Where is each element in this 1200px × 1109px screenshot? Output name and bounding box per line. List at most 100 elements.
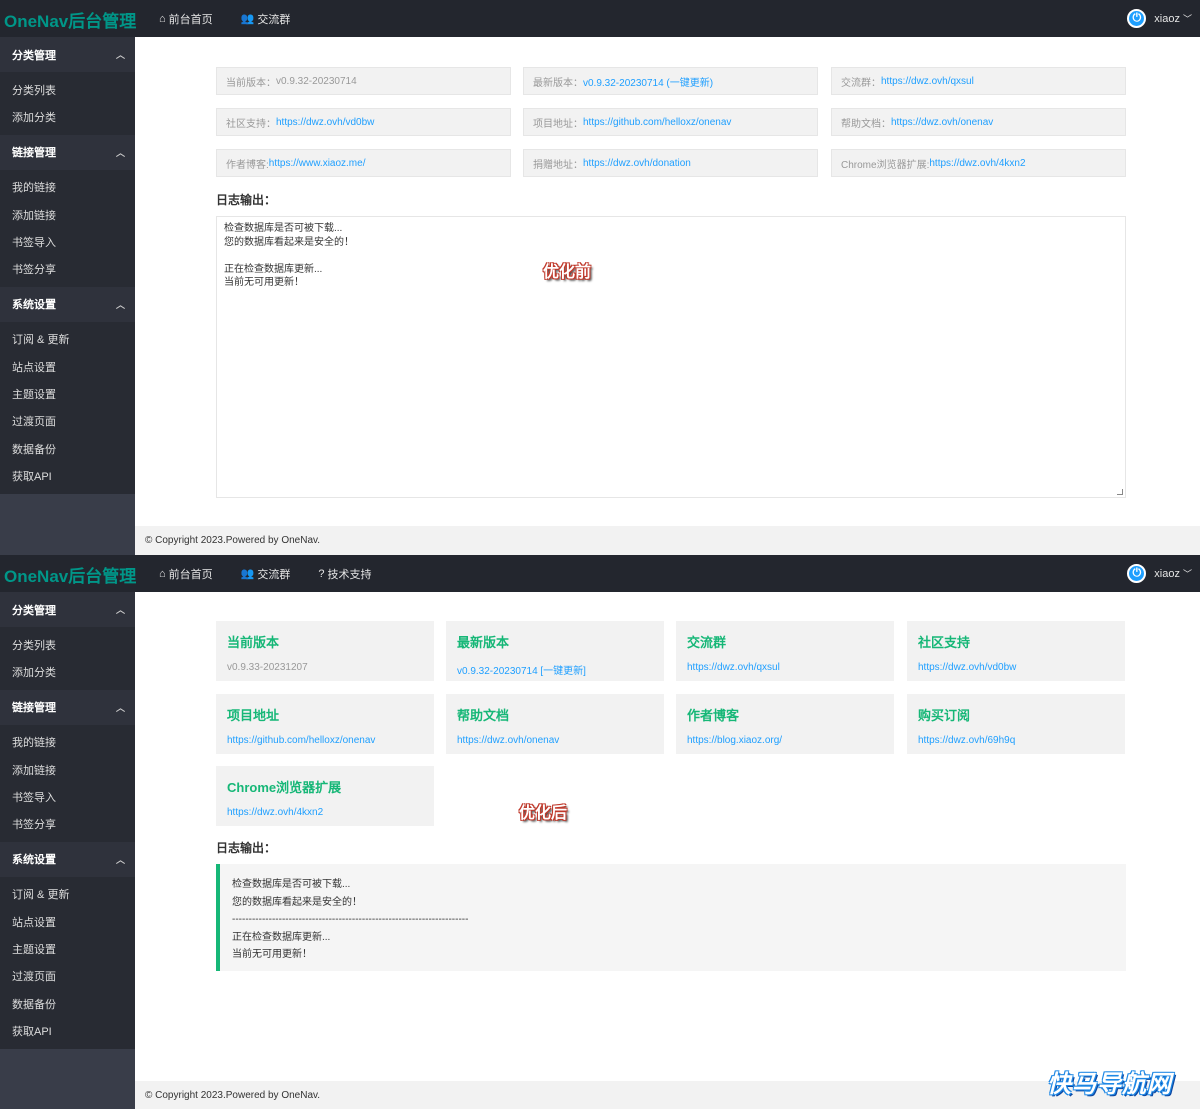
sidebar-item-subscribe-update[interactable]: 订阅 & 更新	[0, 881, 135, 908]
user-menu[interactable]: ⏻ xiaoz ﹀	[1127, 555, 1192, 592]
log-line: ----------------------------------------…	[232, 914, 469, 925]
info-link[interactable]: https://www.xiaoz.me/	[269, 158, 366, 169]
sidebar-head-label: 链接管理	[12, 147, 56, 160]
sidebar-item-share-bookmarks[interactable]: 书签分享	[0, 255, 135, 282]
logo[interactable]: OneNav后台管理	[4, 562, 136, 587]
resize-handle-icon[interactable]	[1117, 489, 1123, 495]
sidebar-head-links[interactable]: 链接管理 ︿	[0, 689, 135, 725]
log-line: 当前无可用更新！	[224, 277, 304, 288]
info-label: 项目地址：	[533, 118, 583, 130]
sidebar-head-settings[interactable]: 系统设置 ︿	[0, 841, 135, 877]
top-nav: ⌂ 前台首页 👥 交流群	[159, 0, 318, 37]
sidebar-item-import-bookmarks[interactable]: 书签导入	[0, 783, 135, 810]
nav-group-chat[interactable]: 👥 交流群	[241, 11, 291, 27]
info-label: 社区支持：	[226, 118, 276, 130]
log-line: 正在检查数据库更新...	[232, 931, 331, 943]
sidebar-item-my-links[interactable]: 我的链接	[0, 729, 135, 756]
top-bar: OneNav后台管理 ⌂ 前台首页 👥 交流群 ? 技术支持 ⏻ xiaoz ﹀	[0, 555, 1200, 592]
sidebar-item-theme-settings[interactable]: 主题设置	[0, 935, 135, 962]
user-menu[interactable]: ⏻ xiaoz ﹀	[1127, 0, 1192, 37]
info-label: 作者博客:	[226, 159, 269, 171]
sidebar-head-links[interactable]: 链接管理 ︿	[0, 134, 135, 170]
info-link[interactable]: https://github.com/helloxz/onenav	[583, 117, 731, 128]
nav-label: 交流群	[257, 13, 291, 26]
nav-frontpage[interactable]: ⌂ 前台首页	[159, 566, 213, 582]
card-link[interactable]: https://blog.xiaoz.org/	[687, 735, 883, 746]
sidebar-item-add-category[interactable]: 添加分类	[0, 658, 135, 685]
card-chrome-extension: Chrome浏览器扩展 https://dwz.ovh/4kxn2	[216, 766, 434, 826]
sidebar-item-get-api[interactable]: 获取API	[0, 1017, 135, 1044]
log-textarea[interactable]: 检查数据库是否可被下载... 您的数据库看起来是安全的！ 正在检查数据库更新..…	[216, 216, 1126, 498]
nav-frontpage[interactable]: ⌂ 前台首页	[159, 11, 213, 27]
nav-label: 前台首页	[168, 568, 213, 581]
card-link[interactable]: https://github.com/helloxz/onenav	[227, 735, 423, 746]
nav-group-chat[interactable]: 👥 交流群	[241, 566, 291, 582]
info-chrome-extension: Chrome浏览器扩展: https://dwz.ovh/4kxn2	[831, 149, 1126, 177]
sidebar-item-get-api[interactable]: 获取API	[0, 462, 135, 489]
info-link[interactable]: https://dwz.ovh/donation	[583, 158, 691, 169]
info-label: Chrome浏览器扩展:	[841, 159, 930, 171]
chevron-down-icon: ﹀	[1182, 569, 1192, 579]
card-link[interactable]: https://dwz.ovh/4kxn2	[227, 807, 423, 818]
sidebar-item-subscribe-update[interactable]: 订阅 & 更新	[0, 326, 135, 353]
info-project: 项目地址： https://github.com/helloxz/onenav	[523, 108, 818, 136]
card-title: 当前版本	[227, 635, 280, 650]
log-title: 日志输出：	[216, 193, 277, 207]
sidebar-item-data-backup[interactable]: 数据备份	[0, 435, 135, 462]
sidebar-item-category-list[interactable]: 分类列表	[0, 76, 135, 103]
nav-tech-support[interactable]: ? 技术支持	[318, 566, 371, 582]
sidebar-item-site-settings[interactable]: 站点设置	[0, 908, 135, 935]
sidebar-item-site-settings[interactable]: 站点设置	[0, 353, 135, 380]
sidebar-item-category-list[interactable]: 分类列表	[0, 631, 135, 658]
nav-label: 前台首页	[168, 13, 213, 26]
info-donation: 捐赠地址： https://dwz.ovh/donation	[523, 149, 818, 177]
card-current-version: 当前版本 v0.9.33-20231207	[216, 621, 434, 681]
info-current-version: 当前版本： v0.9.32-20230714	[216, 67, 511, 95]
card-title: 购买订阅	[918, 708, 971, 723]
info-latest-version: 最新版本： v0.9.32-20230714 (一键更新)	[523, 67, 818, 95]
info-link[interactable]: v0.9.32-20230714 (一键更新)	[583, 74, 713, 89]
sidebar-group-category: 分类管理 ︿ 分类列表 添加分类	[0, 37, 135, 135]
card-link[interactable]: https://dwz.ovh/69h9q	[918, 735, 1114, 746]
sidebar-head-settings[interactable]: 系统设置 ︿	[0, 286, 135, 322]
sidebar-item-transition-page[interactable]: 过渡页面	[0, 963, 135, 990]
card-value: v0.9.33-20231207	[227, 662, 308, 673]
info-label: 捐赠地址：	[533, 159, 583, 171]
sidebar: 分类管理 ︿ 分类列表 添加分类 链接管理 ︿ 我的链接 添加链接 书签导入 书…	[0, 592, 135, 1109]
chevron-down-icon: ﹀	[1182, 14, 1192, 24]
sidebar-head-label: 分类管理	[12, 604, 56, 617]
sidebar-item-share-bookmarks[interactable]: 书签分享	[0, 810, 135, 837]
sidebar-item-data-backup[interactable]: 数据备份	[0, 990, 135, 1017]
sidebar-item-add-link[interactable]: 添加链接	[0, 756, 135, 783]
sidebar-item-transition-page[interactable]: 过渡页面	[0, 408, 135, 435]
card-docs: 帮助文档 https://dwz.ovh/onenav	[446, 694, 664, 754]
sidebar-item-add-category[interactable]: 添加分类	[0, 103, 135, 130]
card-title: 交流群	[687, 635, 727, 650]
log-output: 检查数据库是否可被下载... 您的数据库看起来是安全的！ -----------…	[216, 864, 1126, 971]
sidebar-group-settings: 系统设置 ︿ 订阅 & 更新 站点设置 主题设置 过渡页面 数据备份 获取API	[0, 841, 135, 1049]
sidebar: 分类管理 ︿ 分类列表 添加分类 链接管理 ︿ 我的链接 添加链接 书签导入 书…	[0, 37, 135, 555]
info-community: 社区支持： https://dwz.ovh/vd0bw	[216, 108, 511, 136]
chevron-up-icon: ︿	[115, 299, 125, 310]
info-link[interactable]: https://dwz.ovh/qxsul	[881, 76, 974, 87]
card-link[interactable]: https://dwz.ovh/vd0bw	[918, 662, 1114, 673]
sidebar-item-my-links[interactable]: 我的链接	[0, 174, 135, 201]
sidebar-item-theme-settings[interactable]: 主题设置	[0, 380, 135, 407]
info-link[interactable]: https://dwz.ovh/onenav	[891, 117, 993, 128]
sidebar-head-label: 系统设置	[12, 299, 56, 312]
sidebar-head-category[interactable]: 分类管理 ︿	[0, 592, 135, 627]
card-link[interactable]: v0.9.32-20230714 [一键更新]	[457, 662, 653, 677]
logo[interactable]: OneNav后台管理	[4, 7, 136, 32]
watermark: 快马导航网	[1047, 1071, 1172, 1098]
info-label: 当前版本：	[226, 77, 276, 89]
sidebar-item-add-link[interactable]: 添加链接	[0, 201, 135, 228]
card-link[interactable]: https://dwz.ovh/qxsul	[687, 662, 883, 673]
info-link[interactable]: https://dwz.ovh/4kxn2	[929, 158, 1025, 169]
card-link[interactable]: https://dwz.ovh/onenav	[457, 735, 653, 746]
chevron-up-icon: ︿	[115, 854, 125, 865]
sidebar-item-import-bookmarks[interactable]: 书签导入	[0, 228, 135, 255]
sidebar-head-category[interactable]: 分类管理 ︿	[0, 37, 135, 72]
info-link[interactable]: https://dwz.ovh/vd0bw	[276, 117, 374, 128]
sidebar-head-label: 系统设置	[12, 854, 56, 867]
username: xiaoz	[1154, 12, 1180, 25]
